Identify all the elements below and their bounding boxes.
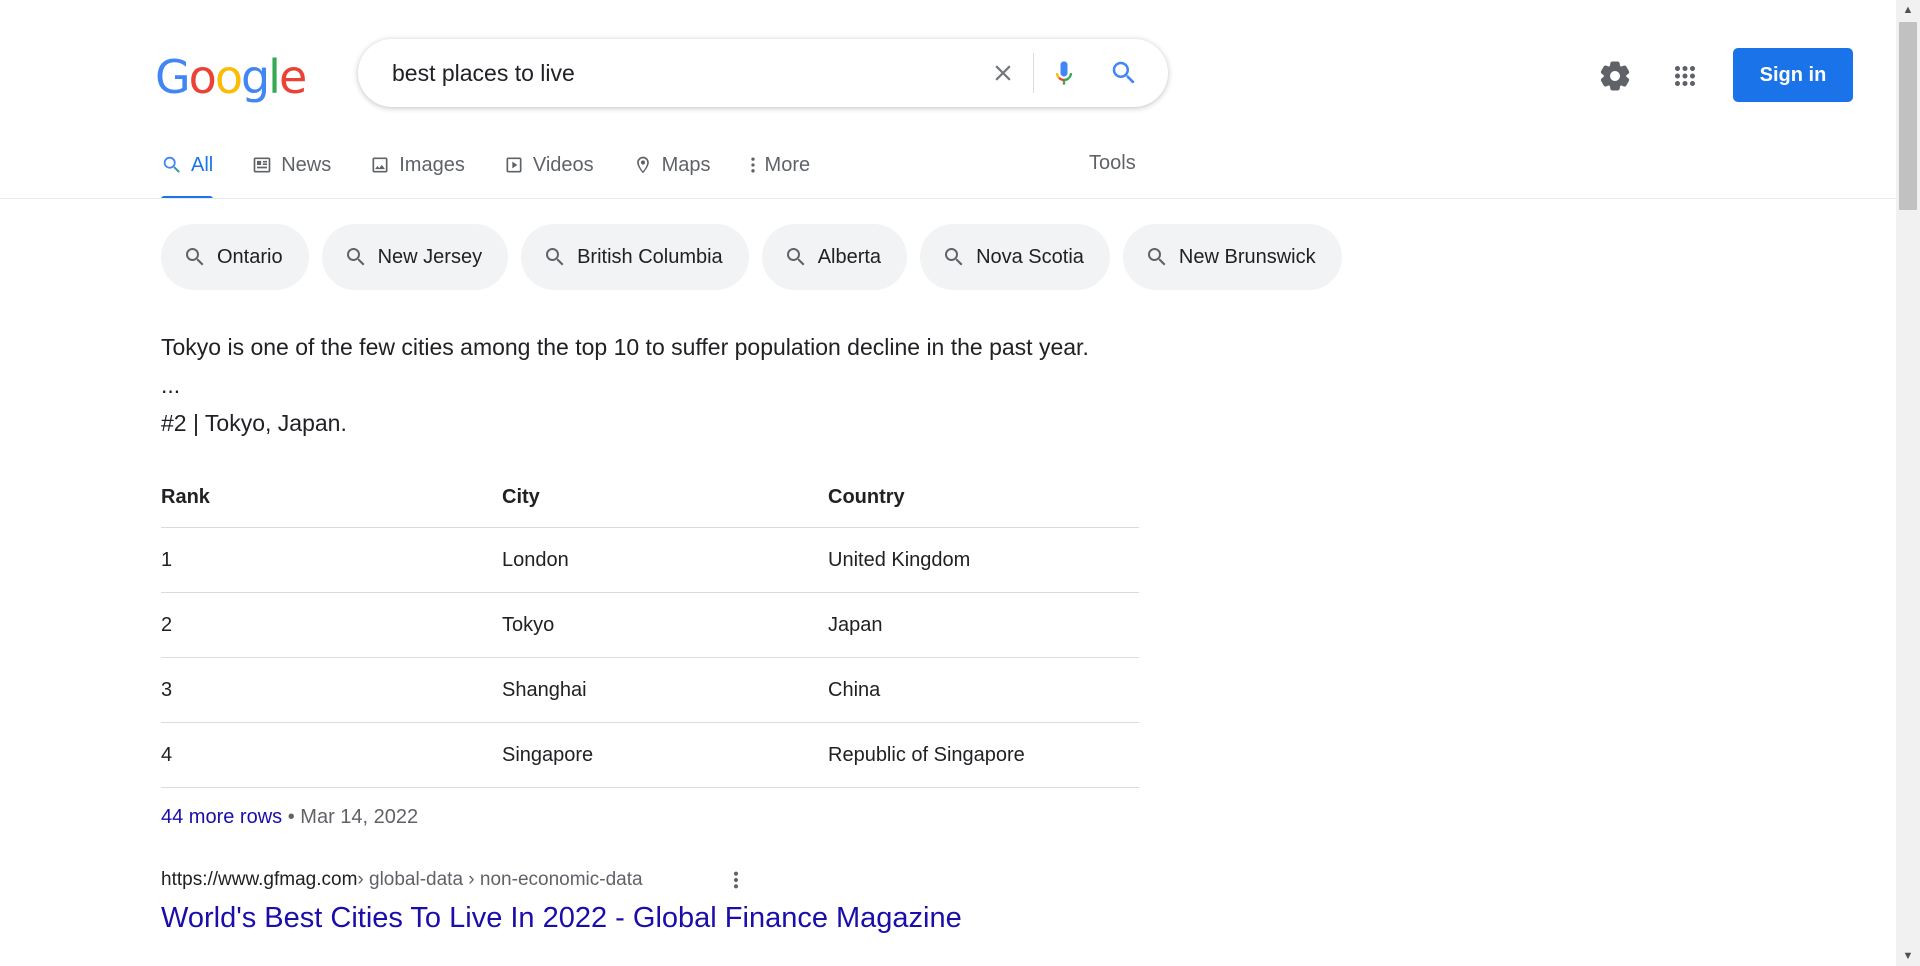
- tab-label: Maps: [661, 153, 711, 176]
- cell-rank: 3: [161, 678, 173, 701]
- more-vert-icon: [733, 871, 739, 889]
- tab-images[interactable]: Images: [369, 150, 465, 180]
- logo-letter-e: e: [278, 50, 307, 104]
- table-row: 4 Singapore Republic of Singapore: [161, 723, 1139, 788]
- chip-new-brunswick[interactable]: New Brunswick: [1122, 224, 1342, 290]
- cell-country: Republic of Singapore: [828, 743, 1025, 766]
- featured-snippet-text: Tokyo is one of the few cities among the…: [161, 328, 1141, 442]
- result-domain: https://www.gfmag.com: [161, 869, 358, 890]
- chip-label: Alberta: [817, 245, 882, 268]
- tab-more[interactable]: More: [749, 150, 811, 180]
- tab-all[interactable]: All: [161, 150, 214, 199]
- clear-search-button[interactable]: [973, 39, 1033, 107]
- google-apps-button[interactable]: [1665, 56, 1705, 96]
- chip-nova-scotia[interactable]: Nova Scotia: [920, 224, 1110, 290]
- result-url-breadcrumb: https://www.gfmag.com › global-data › no…: [161, 869, 643, 891]
- column-header-rank: Rank: [161, 485, 210, 508]
- search-icon: [546, 248, 564, 266]
- result-options-button[interactable]: [724, 866, 748, 894]
- settings-button[interactable]: [1595, 56, 1635, 96]
- chip-new-jersey[interactable]: New Jersey: [321, 224, 509, 290]
- chip-label: British Columbia: [577, 245, 723, 268]
- tab-label: All: [191, 153, 214, 176]
- cell-city: Singapore: [502, 743, 594, 766]
- snippet-table: Rank City Country 1 London United Kingdo…: [161, 467, 1139, 788]
- table-header-row: Rank City Country: [161, 467, 1139, 528]
- logo-letter-l: l: [268, 50, 281, 104]
- tab-label: Images: [399, 153, 465, 176]
- related-searches-chips: Ontario New Jersey British Columbia Albe…: [161, 224, 1342, 290]
- news-icon: [251, 154, 273, 176]
- apps-grid-icon: [1675, 66, 1695, 86]
- more-rows-line: 44 more rows • Mar 14, 2022: [161, 806, 418, 829]
- sign-in-button[interactable]: Sign in: [1733, 48, 1853, 102]
- tab-label: Videos: [532, 153, 594, 176]
- logo-letter-o2: o: [214, 50, 243, 104]
- header-divider: [0, 198, 1896, 199]
- voice-search-button[interactable]: [1034, 39, 1094, 107]
- search-icon: [346, 248, 365, 266]
- snippet-line: Tokyo is one of the few cities among the…: [161, 334, 1089, 360]
- cell-country: China: [828, 678, 881, 701]
- logo-letter-g1: G: [155, 50, 191, 104]
- tab-news[interactable]: News: [251, 150, 331, 180]
- tab-label: More: [764, 153, 811, 176]
- chip-label: New Brunswick: [1178, 245, 1316, 268]
- result-title-link[interactable]: World's Best Cities To Live In 2022 - Gl…: [161, 902, 962, 935]
- tab-maps[interactable]: Maps: [632, 150, 711, 180]
- cell-rank: 2: [161, 613, 173, 636]
- video-icon: [503, 154, 525, 176]
- separator: •: [282, 806, 301, 828]
- search-icon: [1112, 61, 1135, 84]
- cell-city: Shanghai: [502, 678, 587, 701]
- snippet-line: #2 | Tokyo, Japan.: [161, 410, 347, 436]
- snippet-date: Mar 14, 2022: [300, 806, 419, 828]
- cell-rank: 1: [161, 548, 173, 571]
- cell-country: Japan: [828, 613, 883, 636]
- map-pin-icon: [632, 154, 654, 176]
- chip-label: Nova Scotia: [976, 245, 1084, 268]
- scrollbar-thumb[interactable]: [1899, 22, 1917, 210]
- logo-letter-o1: o: [188, 50, 217, 104]
- search-tabs: All News Images Videos Maps More: [161, 150, 848, 199]
- search-input[interactable]: [390, 58, 973, 88]
- result-path: › global-data › non-economic-data: [357, 869, 643, 890]
- search-icon: [786, 248, 805, 266]
- scroll-down-arrow[interactable]: ▼: [1896, 946, 1920, 966]
- search-submit-button[interactable]: [1094, 39, 1154, 107]
- logo-letter-g2: g: [240, 50, 270, 104]
- chip-alberta[interactable]: Alberta: [761, 224, 908, 290]
- image-icon: [369, 154, 391, 176]
- cell-city: Tokyo: [502, 613, 555, 636]
- more-vert-icon: [749, 154, 757, 176]
- column-header-city: City: [502, 485, 540, 508]
- cell-city: London: [502, 548, 569, 571]
- tab-videos[interactable]: Videos: [503, 150, 594, 180]
- chip-label: New Jersey: [377, 245, 483, 268]
- scroll-up-arrow[interactable]: ▲: [1896, 0, 1920, 20]
- search-icon: [186, 248, 204, 266]
- gear-icon: [1600, 61, 1630, 91]
- column-header-country: Country: [828, 485, 905, 508]
- snippet-ellipsis: ...: [161, 372, 181, 398]
- tab-label: News: [281, 153, 332, 176]
- search-box: [358, 39, 1168, 107]
- microphone-icon: [1055, 61, 1073, 85]
- search-icon: [945, 248, 963, 266]
- search-icon: [161, 154, 183, 176]
- close-icon: [995, 65, 1011, 81]
- chip-label: Ontario: [217, 245, 283, 268]
- tools-button[interactable]: Tools: [1089, 152, 1136, 175]
- table-row: 2 Tokyo Japan: [161, 593, 1139, 658]
- table-row: 1 London United Kingdom: [161, 528, 1139, 593]
- more-rows-link[interactable]: 44 more rows: [161, 806, 282, 828]
- chip-british-columbia[interactable]: British Columbia: [521, 224, 749, 290]
- cell-rank: 4: [161, 743, 173, 766]
- page-scrollbar[interactable]: ▲ ▼: [1896, 0, 1920, 966]
- search-icon: [1147, 248, 1166, 266]
- cell-country: United Kingdom: [828, 548, 971, 571]
- table-row: 3 Shanghai China: [161, 658, 1139, 723]
- chip-ontario[interactable]: Ontario: [161, 224, 309, 290]
- google-logo[interactable]: G o o g l e: [155, 50, 307, 104]
